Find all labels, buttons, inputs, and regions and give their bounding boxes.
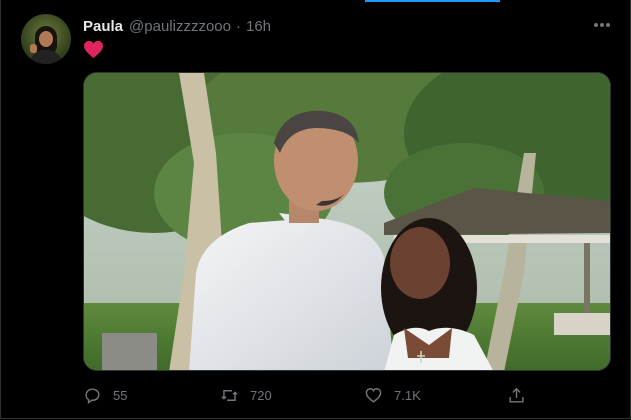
more-options-button[interactable] xyxy=(588,14,616,36)
reply-button[interactable]: 55 xyxy=(83,383,127,407)
heart-emoji-icon xyxy=(84,40,103,59)
like-button[interactable]: 7.1K xyxy=(364,383,421,407)
tweet-photo[interactable] xyxy=(83,72,611,371)
photo-image xyxy=(84,73,610,370)
active-tab-indicator xyxy=(365,0,500,2)
author-handle[interactable]: @paulizzzzooo xyxy=(129,18,231,35)
reply-count: 55 xyxy=(113,387,128,403)
tweet-actions: 55 720 7.1K xyxy=(83,383,543,407)
like-count: 7.1K xyxy=(394,387,421,403)
author-name[interactable]: Paula xyxy=(83,18,123,35)
share-icon xyxy=(509,387,524,403)
retweet-icon xyxy=(221,389,238,401)
avatar[interactable] xyxy=(21,14,71,64)
share-button[interactable] xyxy=(507,383,526,407)
retweet-count: 720 xyxy=(250,387,272,403)
reply-icon xyxy=(85,387,100,404)
retweet-button[interactable]: 720 xyxy=(220,383,272,407)
like-icon xyxy=(365,387,382,403)
more-icon xyxy=(594,23,610,27)
tweet-timestamp[interactable]: 16h xyxy=(246,18,271,35)
tweet-header: Paula @paulizzzzooo · 16h xyxy=(83,16,271,36)
separator-dot: · xyxy=(235,17,241,35)
